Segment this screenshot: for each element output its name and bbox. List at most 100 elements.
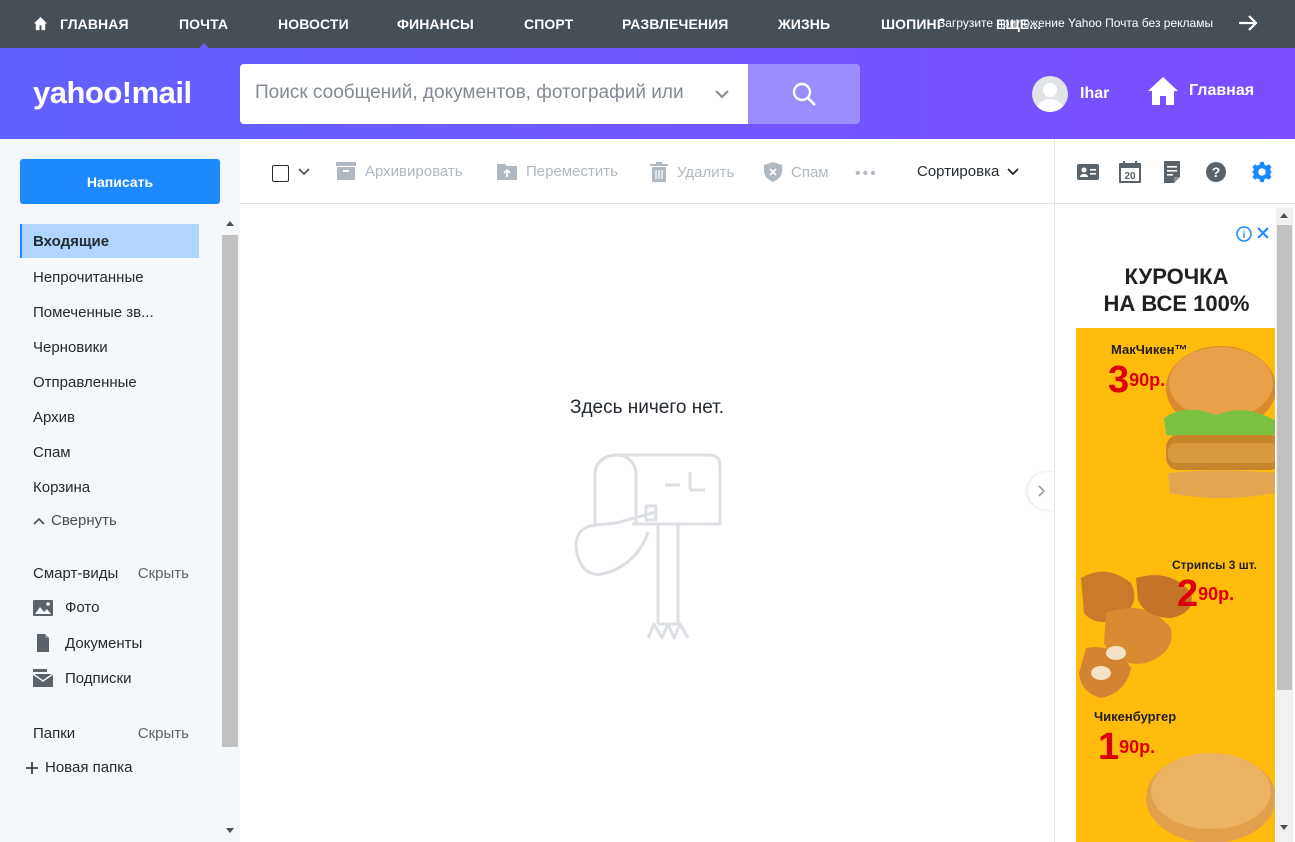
user-name: Ihar	[1080, 85, 1110, 102]
advertisement[interactable]: КУРОЧКА НА ВСЕ 100% МакЧикен™ 390р. Стри…	[1076, 223, 1275, 842]
scrollbar-thumb[interactable]	[222, 235, 238, 747]
select-all-checkbox[interactable]	[272, 165, 289, 182]
sort-label: Сортировка	[917, 163, 1000, 180]
app-promo-link[interactable]: Загрузите приложение Yahoo Почта без рек…	[938, 16, 1213, 30]
chicken-burger-image	[1146, 753, 1275, 842]
settings-gear-icon[interactable]	[1251, 161, 1273, 183]
nav-item-home[interactable]: ГЛАВНАЯ	[60, 16, 129, 32]
new-folder-button[interactable]: Новая папка	[26, 759, 132, 776]
nav-item-news[interactable]: НОВОСТИ	[278, 16, 349, 32]
folder-sent[interactable]: Отправленные	[20, 365, 199, 399]
calendar-icon[interactable]: 20	[1119, 161, 1141, 183]
contacts-icon[interactable]	[1077, 161, 1099, 183]
empty-mailbox-illustration	[574, 453, 722, 640]
message-list-empty: Здесь ничего нет.	[240, 204, 1054, 842]
document-icon	[37, 634, 49, 652]
compose-button[interactable]: Написать	[20, 159, 220, 204]
spam-label: Спам	[791, 163, 829, 181]
ad-headline: КУРОЧКА НА ВСЕ 100%	[1076, 263, 1275, 317]
move-label: Переместить	[526, 162, 618, 180]
nav-item-life[interactable]: ЖИЗНЬ	[778, 16, 830, 32]
ad-info-icon[interactable]: i	[1236, 226, 1272, 242]
empty-message: Здесь ничего нет.	[569, 397, 725, 418]
delete-button[interactable]: Удалить	[650, 162, 734, 182]
home-link[interactable]: Главная	[1147, 76, 1254, 106]
folders-label: Папки	[33, 725, 76, 742]
svg-text:20: 20	[1124, 171, 1136, 182]
search-input[interactable]	[255, 82, 695, 104]
folder-starred[interactable]: Помеченные зв...	[20, 295, 199, 329]
trash-icon	[650, 162, 668, 182]
smart-views-header: Смарт-виды Скрыть	[33, 565, 189, 582]
nav-item-finance[interactable]: ФИНАНСЫ	[397, 16, 474, 32]
folders-header: Папки Скрыть	[33, 725, 189, 742]
scrollbar-thumb[interactable]	[1277, 225, 1292, 690]
ad-item-price: 290р.	[1177, 573, 1235, 615]
top-nav: ГЛАВНАЯ ПОЧТА НОВОСТИ ФИНАНСЫ СПОРТ РАЗВ…	[0, 0, 1295, 50]
smart-view-photos[interactable]: Фото	[33, 599, 99, 616]
nav-item-mail[interactable]: ПОЧТА	[179, 16, 228, 50]
ad-item-name: Чикенбургер	[1094, 709, 1177, 724]
burger-image	[1164, 346, 1275, 498]
folder-unread[interactable]: Непрочитанные	[20, 260, 199, 294]
archive-button[interactable]: Архивировать	[336, 162, 463, 180]
folders-hide-link[interactable]: Скрыть	[138, 725, 189, 742]
ad-headline-line-2: НА ВСЕ 100%	[1103, 291, 1250, 316]
message-toolbar: Архивировать Переместить Удалить Спам ••…	[240, 139, 1054, 204]
sidebar-scrollbar[interactable]	[222, 217, 238, 842]
archive-icon	[336, 162, 356, 180]
folder-spam[interactable]: Спам	[20, 435, 199, 469]
smart-view-label: Документы	[65, 634, 143, 652]
scroll-down-arrow-icon[interactable]	[1280, 825, 1288, 830]
sidebar: Написать Входящие Непрочитанные Помеченн…	[0, 139, 240, 842]
header: yahoo!mail Ihar Главная	[0, 48, 1295, 139]
folder-inbox[interactable]: Входящие	[20, 224, 199, 258]
chevron-down-icon[interactable]	[298, 167, 310, 177]
nav-item-shopping[interactable]: ШОПИНГ	[881, 16, 945, 32]
nav-item-sport[interactable]: СПОРТ	[524, 16, 573, 32]
home-icon[interactable]	[33, 16, 48, 31]
search-icon	[792, 82, 816, 106]
move-button[interactable]: Переместить	[497, 162, 618, 180]
spam-button[interactable]: Спам	[764, 162, 829, 182]
ad-item-name: МакЧикен™	[1111, 342, 1188, 357]
smart-views-hide-link[interactable]: Скрыть	[138, 565, 189, 582]
more-actions-icon[interactable]: •••	[855, 165, 878, 183]
arrow-right-icon[interactable]	[1237, 12, 1259, 34]
avatar	[1032, 76, 1068, 112]
archive-label: Архивировать	[365, 162, 463, 180]
smart-view-label: Подписки	[65, 669, 132, 687]
subscriptions-icon	[33, 669, 53, 687]
right-panel: 20 ? КУРОЧКА НА ВСЕ 100% МакЧикен™ 390р.	[1054, 139, 1295, 842]
move-icon	[497, 164, 517, 180]
shield-x-icon	[764, 162, 782, 182]
user-menu[interactable]: Ihar	[1032, 76, 1109, 112]
collapse-label: Свернуть	[51, 512, 117, 529]
ad-headline-line-1: КУРОЧКА	[1124, 264, 1229, 289]
delete-label: Удалить	[677, 163, 735, 181]
search-button[interactable]	[748, 64, 860, 124]
smart-view-documents[interactable]: Документы	[33, 634, 142, 652]
help-icon[interactable]: ?	[1205, 161, 1227, 183]
yahoo-mail-logo[interactable]: yahoo!mail	[33, 75, 192, 111]
folder-trash[interactable]: Корзина	[20, 470, 199, 504]
nav-item-entertainment[interactable]: РАЗВЛЕЧЕНИЯ	[622, 16, 728, 32]
app-icons-bar: 20 ?	[1055, 139, 1295, 204]
folder-archive[interactable]: Архив	[20, 400, 199, 434]
svg-text:?: ?	[1212, 164, 1221, 180]
scroll-up-arrow-icon[interactable]	[226, 221, 234, 226]
notepad-icon[interactable]	[1161, 161, 1183, 183]
sort-dropdown[interactable]: Сортировка	[917, 163, 1019, 180]
home-icon	[1148, 77, 1178, 105]
right-panel-scrollbar[interactable]	[1276, 208, 1293, 842]
folder-drafts[interactable]: Черновики	[20, 330, 199, 364]
chevron-up-icon	[33, 517, 45, 525]
chevron-down-icon[interactable]	[714, 86, 730, 102]
ad-item-price: 390р.	[1108, 359, 1166, 401]
scroll-up-arrow-icon[interactable]	[1280, 213, 1288, 218]
ad-item-price: 190р.	[1098, 726, 1156, 768]
collapse-folders-button[interactable]: Свернуть	[33, 512, 117, 529]
smart-view-subscriptions[interactable]: Подписки	[33, 669, 132, 687]
home-label: Главная	[1189, 82, 1255, 99]
scroll-down-arrow-icon[interactable]	[226, 828, 234, 833]
